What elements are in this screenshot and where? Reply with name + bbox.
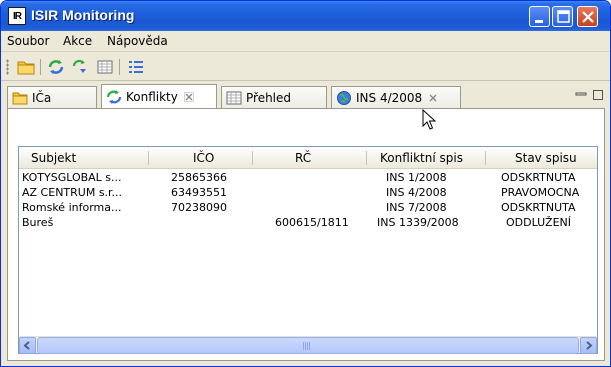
- column-divider[interactable]: [148, 151, 149, 165]
- scrollbar-thumb[interactable]: [37, 337, 579, 354]
- table-row[interactable]: AZ CENTRUM s.r... 63493551 INS 4/2008 PR…: [19, 185, 594, 200]
- horizontal-scrollbar[interactable]: [19, 336, 597, 354]
- refresh-arrow-icon[interactable]: [71, 58, 89, 76]
- toolbar-grip[interactable]: [6, 59, 9, 75]
- chevron-left-icon: [23, 341, 30, 350]
- cell-konfliktni-spis: INS 1/2008: [386, 171, 447, 184]
- tab-konflikty[interactable]: Konflikty: [101, 84, 217, 109]
- cell-subjekt: Bureš: [22, 216, 54, 229]
- grid-icon: [226, 91, 242, 105]
- column-header-ico[interactable]: IČO: [193, 147, 214, 169]
- column-header-rc[interactable]: RČ: [295, 147, 311, 169]
- scroll-left-button[interactable]: [19, 337, 36, 354]
- table-header: Subjekt IČO RČ Konfliktní spis Stav spis…: [19, 147, 597, 169]
- app-logo-icon: IR: [8, 7, 26, 25]
- tab-label: INS 4/2008: [356, 91, 423, 105]
- tab-ins-4-2008[interactable]: INS 4/2008: [331, 86, 461, 109]
- tab-ica[interactable]: IČa: [7, 86, 97, 109]
- column-divider[interactable]: [366, 151, 367, 165]
- cell-subjekt: AZ CENTRUM s.r...: [22, 186, 123, 199]
- conflicts-table[interactable]: Subjekt IČO RČ Konfliktní spis Stav spis…: [18, 146, 598, 354]
- mouse-cursor-icon: [422, 109, 436, 130]
- tab-label: IČa: [32, 91, 52, 105]
- tab-label: Přehled: [246, 91, 292, 105]
- minimize-button[interactable]: [529, 6, 550, 27]
- tab-label: Konflikty: [126, 90, 178, 104]
- maximize-view-icon[interactable]: [592, 89, 604, 101]
- cell-stav-spisu: PRAVOMOCNA: [501, 186, 580, 199]
- tab-prehled[interactable]: Přehled: [221, 86, 327, 109]
- globe-icon: [337, 91, 351, 105]
- table-body: KOTYSGLOBAL s... 25865366 INS 1/2008 ODS…: [19, 170, 594, 230]
- app-window: IR ISIR Monitoring Soubor Akce Nápověda: [0, 0, 611, 367]
- close-button[interactable]: [577, 6, 598, 27]
- toolbar-separator: [119, 59, 120, 75]
- folder-icon: [12, 92, 28, 105]
- maximize-button[interactable]: [552, 6, 573, 27]
- list-icon[interactable]: [127, 58, 145, 76]
- menu-akce[interactable]: Akce: [63, 34, 92, 48]
- cell-subjekt: Romské informa...: [22, 201, 122, 214]
- close-icon: [582, 11, 594, 23]
- table-row[interactable]: KOTYSGLOBAL s... 25865366 INS 1/2008 ODS…: [19, 170, 594, 185]
- cell-stav-spisu: ODSKRTNUTA: [501, 201, 576, 214]
- folder-icon[interactable]: [17, 58, 35, 76]
- window-title: ISIR Monitoring: [31, 7, 135, 23]
- table-row[interactable]: Romské informa... 70238090 INS 7/2008 OD…: [19, 200, 594, 215]
- column-divider[interactable]: [252, 151, 253, 165]
- scroll-right-button[interactable]: [580, 337, 597, 354]
- table-row[interactable]: Bureš 600615/1811 INS 1339/2008 ODDLUŽEN…: [19, 215, 594, 230]
- refresh-icon: [106, 90, 122, 104]
- title-bar[interactable]: IR ISIR Monitoring: [1, 1, 610, 31]
- column-divider[interactable]: [485, 151, 486, 165]
- menu-bar: Soubor Akce Nápověda: [1, 31, 610, 52]
- grid-icon[interactable]: [96, 58, 114, 76]
- tab-close-icon[interactable]: [184, 92, 194, 102]
- cell-ico: 63493551: [171, 186, 227, 199]
- tab-bar: IČa Konflikty Přehled INS 4/2008: [1, 82, 610, 109]
- toolbar-separator: [40, 59, 41, 75]
- cell-stav-spisu: ODDLUŽENÍ: [506, 216, 571, 229]
- cell-ico: 25865366: [171, 171, 227, 184]
- column-header-konfliktni-spis[interactable]: Konfliktní spis: [380, 147, 463, 169]
- column-header-subjekt[interactable]: Subjekt: [31, 147, 76, 169]
- chevron-right-icon: [586, 341, 593, 350]
- cell-subjekt: KOTYSGLOBAL s...: [22, 171, 122, 184]
- maximize-icon: [557, 10, 570, 23]
- cell-konfliktni-spis: INS 1339/2008: [377, 216, 459, 229]
- cell-konfliktni-spis: INS 4/2008: [386, 186, 447, 199]
- cell-stav-spisu: ODSKRTNUTA: [501, 171, 576, 184]
- menu-soubor[interactable]: Soubor: [7, 34, 49, 48]
- scrollbar-grip: [303, 342, 311, 350]
- cell-konfliktni-spis: INS 7/2008: [386, 201, 447, 214]
- column-header-stav-spisu[interactable]: Stav spisu: [515, 147, 577, 169]
- minimize-view-icon[interactable]: [575, 89, 587, 101]
- toolbar: [1, 53, 610, 81]
- cell-rc: 600615/1811: [275, 216, 349, 229]
- tab-close-icon[interactable]: [428, 93, 438, 103]
- menu-napoveda[interactable]: Nápověda: [107, 34, 168, 48]
- minimize-icon: [535, 20, 543, 23]
- cell-ico: 70238090: [171, 201, 227, 214]
- refresh-icon[interactable]: [47, 58, 65, 76]
